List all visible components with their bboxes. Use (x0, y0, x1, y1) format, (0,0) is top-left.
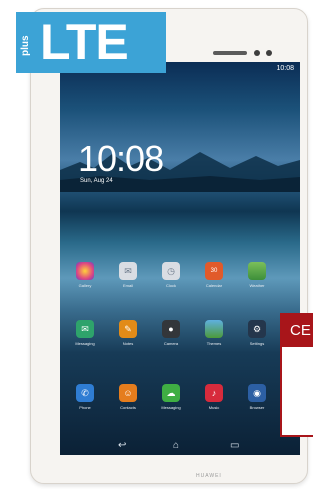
contacts-icon: ☺ (119, 384, 137, 402)
lock-date: Sun, Aug 24 (80, 178, 113, 184)
app-contacts[interactable]: ☺ Contacts (112, 384, 144, 410)
back-icon[interactable]: ↩ (118, 440, 126, 451)
notes-icon: ✎ (119, 320, 137, 338)
earpiece-speaker (213, 51, 247, 55)
weather-icon (248, 262, 266, 280)
app-phone[interactable]: ✆ Phone (69, 384, 101, 410)
app-messaging-row2[interactable]: ✉ Messaging (69, 320, 101, 346)
app-themes[interactable]: Themes (198, 320, 230, 346)
app-settings[interactable]: ⚙ Settings (241, 320, 273, 346)
messaging-icon: ✉ (76, 320, 94, 338)
app-gallery[interactable]: Gallery (69, 262, 101, 288)
front-camera (254, 50, 260, 56)
themes-icon (205, 320, 223, 338)
lock-clock: 10:08 (78, 138, 164, 179)
app-browser[interactable]: ◉ Browser (241, 384, 273, 410)
brand-logo: HUAWEI (196, 473, 222, 479)
app-calendar[interactable]: 30 Calendar (198, 262, 230, 288)
phone-icon: ✆ (76, 384, 94, 402)
email-icon: ✉ (119, 262, 137, 280)
recent-apps-icon[interactable]: ▭ (230, 440, 239, 451)
gallery-icon (76, 262, 94, 280)
app-camera[interactable]: ● Camera (155, 320, 187, 346)
home-icon[interactable]: ⌂ (173, 440, 179, 451)
browser-icon: ◉ (248, 384, 266, 402)
settings-icon: ⚙ (248, 320, 266, 338)
app-music[interactable]: ♪ Music (198, 384, 230, 410)
messaging-icon: ☁ (162, 384, 180, 402)
lte-badge: plus LTE (16, 12, 166, 73)
music-icon: ♪ (205, 384, 223, 402)
app-weather[interactable]: Weather (241, 262, 273, 288)
ce-label-box: CE (280, 313, 313, 437)
status-bar: 10:08 (276, 65, 294, 72)
camera-icon: ● (162, 320, 180, 338)
tablet-screen: 10:08 10:08 Sun, Aug 24 Gallery ✉ Email … (60, 62, 300, 455)
lte-badge-label: LTE (40, 14, 129, 70)
app-messaging-dock[interactable]: ☁ Messaging (155, 384, 187, 410)
lte-badge-prefix: plus (20, 35, 31, 56)
ce-label: CE (282, 315, 313, 347)
light-sensor (266, 50, 272, 56)
navigation-bar: ↩ ⌂ ▭ (60, 438, 300, 455)
app-email[interactable]: ✉ Email (112, 262, 144, 288)
app-notes[interactable]: ✎ Notes (112, 320, 144, 346)
app-clock[interactable]: ◷ Clock (155, 262, 187, 288)
clock-icon: ◷ (162, 262, 180, 280)
calendar-icon: 30 (205, 262, 223, 280)
